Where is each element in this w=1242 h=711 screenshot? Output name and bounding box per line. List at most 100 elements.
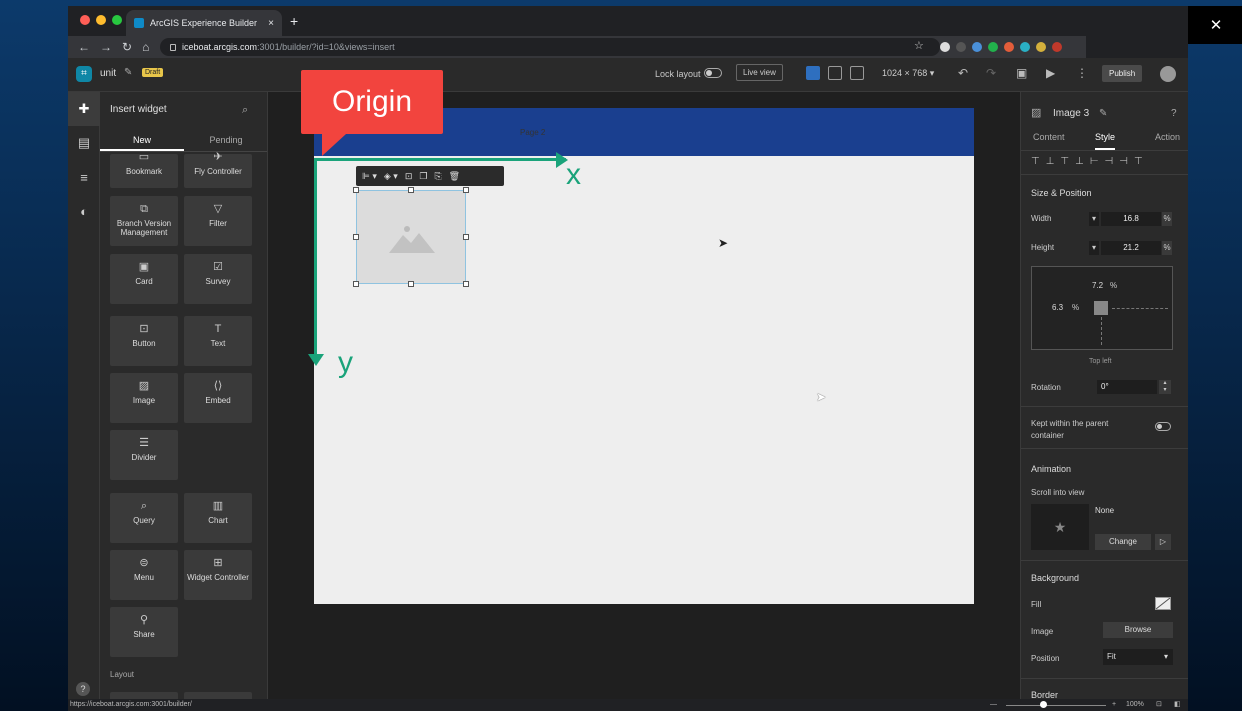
widget-chart[interactable]: ▥ Chart xyxy=(184,493,252,543)
play-animation-icon[interactable]: ▷ xyxy=(1155,534,1171,550)
home-icon[interactable]: ⌂ xyxy=(142,40,149,54)
position-dropdown[interactable]: Fit ▾ xyxy=(1103,649,1173,665)
extension-icon[interactable] xyxy=(1004,42,1014,52)
resize-handle[interactable] xyxy=(463,187,469,193)
zoom-dot-icon[interactable] xyxy=(112,15,122,25)
widget-button[interactable]: ⊡ Button xyxy=(110,316,178,366)
widget-widget-controller[interactable]: ⊞ Widget Controller xyxy=(184,550,252,600)
reload-icon[interactable]: ↻ xyxy=(122,40,132,54)
height-unit-dropdown[interactable]: ▾ xyxy=(1089,241,1099,255)
more-icon[interactable]: ⋮ xyxy=(1076,66,1088,80)
widget-share[interactable]: ⚲ Share xyxy=(110,607,178,657)
panel-toggle-icon[interactable]: ◧ xyxy=(1174,699,1181,711)
help-icon[interactable]: ? xyxy=(76,682,90,696)
copy-icon[interactable]: ⎘ xyxy=(434,171,441,182)
width-input[interactable]: 16.8 xyxy=(1101,212,1161,226)
height-input[interactable]: 21.2 xyxy=(1101,241,1161,255)
extension-icon[interactable] xyxy=(956,42,966,52)
user-avatar[interactable] xyxy=(1160,66,1176,82)
close-window-button[interactable]: ✕ xyxy=(1196,16,1236,34)
phone-device-icon[interactable] xyxy=(850,66,864,80)
tab-style[interactable]: Style xyxy=(1095,132,1116,150)
keep-in-parent-toggle[interactable] xyxy=(1155,422,1171,431)
widget-image[interactable]: ▨ Image xyxy=(110,373,178,423)
unlock-icon[interactable]: ⊡ xyxy=(405,171,413,182)
delete-icon[interactable]: 🗑 xyxy=(449,171,460,182)
resize-handle[interactable] xyxy=(353,234,359,240)
minimize-dot-icon[interactable] xyxy=(96,15,106,25)
resize-handle[interactable] xyxy=(353,187,359,193)
widget-menu[interactable]: ⊜ Menu xyxy=(110,550,178,600)
undo-icon[interactable]: ↶ xyxy=(958,66,968,80)
zoom-in-icon[interactable]: + xyxy=(1112,699,1116,711)
widget-query[interactable]: ⌕ Query xyxy=(110,493,178,543)
duplicate-icon[interactable]: ❐ xyxy=(419,171,427,182)
help-icon[interactable]: ? xyxy=(1171,108,1177,119)
extension-icon[interactable] xyxy=(972,42,982,52)
tab-content[interactable]: Content xyxy=(1033,132,1065,142)
widget-embed[interactable]: ⟨⟩ Embed xyxy=(184,373,252,423)
browser-tab[interactable]: ArcGIS Experience Builder × xyxy=(126,10,282,36)
page-icon[interactable]: ▤ xyxy=(68,126,100,160)
back-arrow-icon[interactable]: ← xyxy=(78,40,90,54)
width-unit[interactable]: % xyxy=(1162,212,1172,226)
fill-color-swatch[interactable] xyxy=(1155,597,1171,610)
edit-pencil-icon[interactable]: ✎ xyxy=(124,67,132,78)
save-icon[interactable]: ▣ xyxy=(1016,66,1027,80)
widget-branch-version[interactable]: ⧉ Branch Version Management xyxy=(110,196,178,246)
bookmark-star-icon[interactable]: ☆ xyxy=(914,39,924,52)
app-name[interactable]: unit xyxy=(100,68,116,79)
lock-layout-toggle[interactable] xyxy=(704,68,722,78)
position-box[interactable]: 7.2 % 6.3 % xyxy=(1031,266,1173,350)
fit-icon[interactable]: ⊡ xyxy=(1156,699,1162,711)
extension-icon[interactable] xyxy=(1020,42,1030,52)
alignment-icons[interactable]: ⊤⊥⊤⊥⊢⊣⊣⊤ xyxy=(1031,156,1149,167)
browse-button[interactable]: Browse xyxy=(1103,622,1173,638)
resize-handle[interactable] xyxy=(463,234,469,240)
image-widget-placeholder[interactable] xyxy=(356,190,466,284)
widget-divider[interactable]: ☰ Divider xyxy=(110,430,178,480)
page-canvas[interactable]: Page 2 ⊫ ▾ ◈ ▾ ⊡ ❐ ⎘ 🗑 ➤ ➤ xyxy=(314,108,974,604)
widget-filter[interactable]: ▽ Filter xyxy=(184,196,252,246)
rotation-input[interactable]: 0° xyxy=(1097,380,1157,394)
theme-icon[interactable]: ◐ xyxy=(68,194,100,228)
url-field[interactable]: iceboat.arcgis.com:3001/builder/?id=10&v… xyxy=(160,38,940,56)
data-icon[interactable]: ≡ xyxy=(68,160,100,194)
resize-handle[interactable] xyxy=(408,281,414,287)
position-anchor[interactable] xyxy=(1094,301,1108,315)
top-offset-value[interactable]: 7.2 xyxy=(1092,281,1103,290)
forward-arrow-icon[interactable]: → xyxy=(100,40,112,54)
new-tab-button[interactable]: + xyxy=(290,13,298,29)
widget-fly-controller[interactable]: ✈ Fly Controller xyxy=(184,151,252,188)
zoom-slider[interactable] xyxy=(1006,705,1106,706)
widget-survey[interactable]: ☑ Survey xyxy=(184,254,252,304)
redo-icon[interactable]: ↷ xyxy=(986,66,996,80)
height-unit[interactable]: % xyxy=(1162,241,1172,255)
desktop-device-icon[interactable] xyxy=(806,66,820,80)
resize-handle[interactable] xyxy=(408,187,414,193)
extension-icon[interactable] xyxy=(940,42,950,52)
widget-card[interactable]: ▣ Card xyxy=(110,254,178,304)
change-animation-button[interactable]: Change xyxy=(1095,534,1151,550)
widget-text[interactable]: T Text xyxy=(184,316,252,366)
screen-size-dropdown[interactable]: 1024 × 768 ▾ xyxy=(882,68,934,79)
close-dot-icon[interactable] xyxy=(80,15,90,25)
resize-handle[interactable] xyxy=(463,281,469,287)
search-icon[interactable]: ⌕ xyxy=(242,104,248,117)
layers-icon[interactable]: ◈ ▾ xyxy=(384,171,398,182)
extension-icon[interactable] xyxy=(1036,42,1046,52)
publish-button[interactable]: Publish xyxy=(1102,65,1143,82)
tablet-device-icon[interactable] xyxy=(828,66,842,80)
zoom-slider-handle[interactable] xyxy=(1040,701,1047,708)
extension-icon[interactable] xyxy=(1052,42,1062,52)
rename-pencil-icon[interactable]: ✎ xyxy=(1099,108,1107,119)
widget-bookmark[interactable]: ▭ Bookmark xyxy=(110,151,178,188)
tab-new[interactable]: New xyxy=(100,128,184,151)
width-unit-dropdown[interactable]: ▾ xyxy=(1089,212,1099,226)
resize-handle[interactable] xyxy=(353,281,359,287)
zoom-out-icon[interactable]: — xyxy=(990,699,997,711)
live-view-button[interactable]: Live view xyxy=(736,64,783,81)
extension-icon[interactable] xyxy=(988,42,998,52)
preview-icon[interactable]: ▶ xyxy=(1046,66,1055,80)
tab-action[interactable]: Action xyxy=(1155,132,1180,142)
